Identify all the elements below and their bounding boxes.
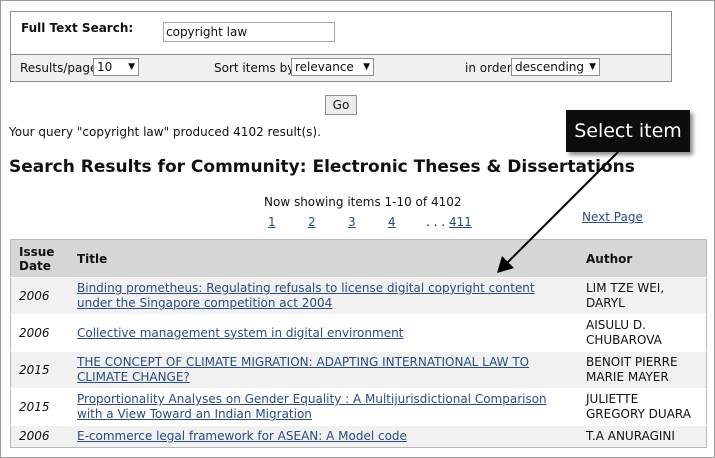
table-header-row: Issue Date Title Author (10, 239, 707, 278)
order-label: in order (465, 61, 512, 75)
search-input[interactable]: copyright law (163, 22, 335, 42)
next-page-link[interactable]: Next Page (582, 210, 643, 224)
sort-label: Sort items by (214, 61, 295, 75)
row-title-cell: E-commerce legal framework for ASEAN: A … (69, 425, 578, 448)
order-select[interactable]: descending ▼ (511, 58, 600, 76)
page-link-2[interactable]: 2 (308, 215, 316, 229)
row-title-link[interactable]: E-commerce legal framework for ASEAN: A … (77, 429, 407, 443)
row-author: BENOIT PIERRE MARIE MAYER (578, 351, 707, 389)
sort-value: relevance (295, 60, 354, 74)
chevron-down-icon: ▼ (363, 62, 370, 72)
pagination-ellipsis: . . . (426, 215, 446, 229)
row-title-link[interactable]: Proportionality Analyses on Gender Equal… (77, 392, 547, 421)
row-author: LIM TZE WEI, DARYL (578, 277, 707, 315)
row-title-link[interactable]: Collective management system in digital … (77, 326, 403, 340)
results-table: Issue Date Title Author 2006 Binding pro… (10, 239, 707, 448)
row-date: 2015 (10, 351, 69, 389)
row-title-cell: THE CONCEPT OF CLIMATE MIGRATION: ADAPTI… (69, 351, 578, 389)
go-button[interactable]: Go (325, 95, 357, 115)
showing-items: Now showing items 1-10 of 4102 (264, 195, 462, 209)
page-link-3[interactable]: 3 (348, 215, 356, 229)
table-row: 2006 E-commerce legal framework for ASEA… (10, 425, 707, 448)
table-row: 2006 Collective management system in dig… (10, 314, 707, 352)
row-date: 2006 (10, 314, 69, 352)
page-link-4[interactable]: 4 (388, 215, 396, 229)
search-label: Full Text Search: (21, 21, 134, 35)
row-date: 2006 (10, 425, 69, 448)
row-author: AISULU D. CHUBAROVA (578, 314, 707, 352)
row-title-cell: Binding prometheus: Regulating refusals … (69, 277, 578, 315)
order-value: descending (515, 60, 585, 74)
row-date: 2006 (10, 277, 69, 315)
column-header-title: Title (69, 239, 578, 278)
page-link-last[interactable]: 411 (449, 215, 472, 229)
table-row: 2015 Proportionality Analyses on Gender … (10, 388, 707, 426)
table-row: 2015 THE CONCEPT OF CLIMATE MIGRATION: A… (10, 351, 707, 389)
search-options: Results/page 10 ▼ Sort items by relevanc… (10, 55, 672, 82)
column-header-author: Author (578, 239, 707, 278)
results-per-page-label: Results/page (20, 61, 98, 75)
results-per-page-select[interactable]: 10 ▼ (93, 58, 139, 76)
results-per-page-value: 10 (97, 60, 113, 74)
page-link-1[interactable]: 1 (268, 215, 276, 229)
row-title-link[interactable]: THE CONCEPT OF CLIMATE MIGRATION: ADAPTI… (77, 355, 529, 384)
row-title-cell: Collective management system in digital … (69, 314, 578, 352)
search-panel: Full Text Search: copyright law (10, 11, 672, 55)
row-author: JULIETTE GREGORY DUARA (578, 388, 707, 426)
row-title-cell: Proportionality Analyses on Gender Equal… (69, 388, 578, 426)
chevron-down-icon: ▼ (128, 62, 135, 72)
row-author: T.A ANURAGINI (578, 425, 707, 448)
select-item-callout: Select item (566, 110, 690, 152)
table-row: 2006 Binding prometheus: Regulating refu… (10, 277, 707, 315)
page-title: Search Results for Community: Electronic… (9, 157, 635, 177)
row-date: 2015 (10, 388, 69, 426)
row-title-link[interactable]: Binding prometheus: Regulating refusals … (77, 281, 535, 310)
sort-select[interactable]: relevance ▼ (291, 58, 374, 76)
chevron-down-icon: ▼ (589, 62, 596, 72)
query-message: Your query "copyright law" produced 4102… (9, 125, 321, 139)
column-header-date: Issue Date (10, 239, 69, 278)
